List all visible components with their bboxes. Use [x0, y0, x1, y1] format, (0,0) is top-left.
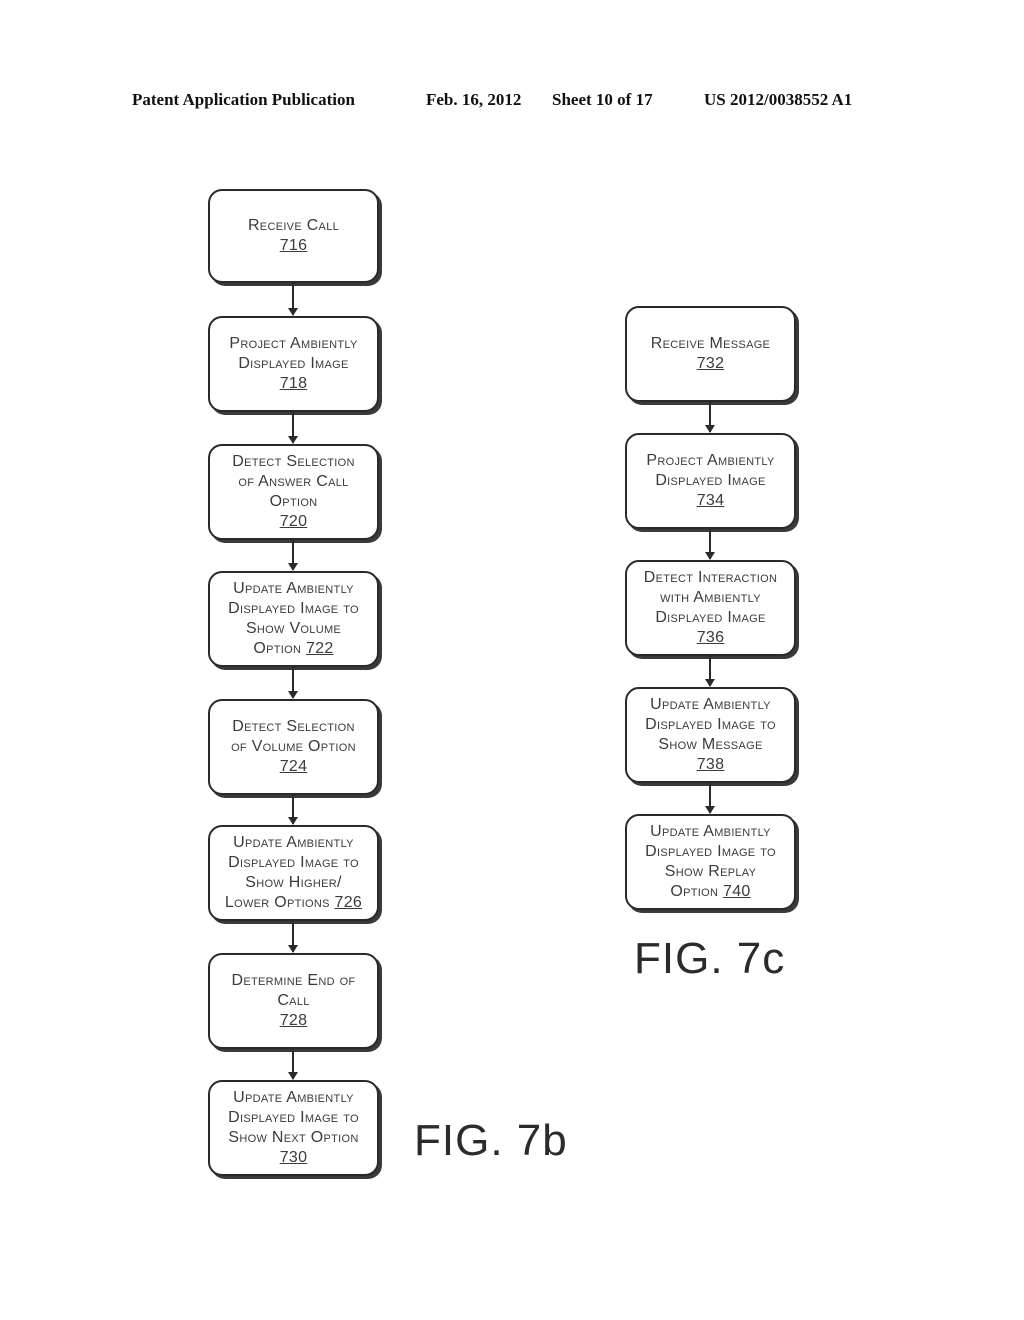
- publication-date: Feb. 16, 2012: [426, 90, 522, 109]
- step-text-line: of Answer Call: [238, 473, 349, 490]
- process-step-734: Project Ambiently Displayed Image 734: [625, 433, 796, 529]
- step-text-line: Displayed Image to: [228, 854, 359, 871]
- flow-arrow: [705, 783, 715, 814]
- step-ref-line: 716: [280, 236, 308, 256]
- step-ref-line: 736: [697, 628, 725, 648]
- step-text-line: Update Ambiently: [650, 696, 771, 713]
- flow-arrow: [705, 402, 715, 433]
- step-text-line: Displayed Image: [655, 609, 766, 626]
- flow-arrow: [705, 656, 715, 687]
- step-text-line: Displayed Image: [655, 472, 766, 489]
- step-text-line: Update Ambiently: [233, 580, 354, 597]
- step-text-prefix: Lower Options: [224, 894, 330, 911]
- step-text-line: Update Ambiently: [233, 1089, 354, 1106]
- process-step-720: Detect Selection of Answer Call Option 720: [208, 444, 379, 540]
- step-text-prefix: Option: [253, 640, 302, 657]
- step-text-line: Call: [277, 992, 310, 1009]
- step-ref-line: 738: [697, 755, 725, 775]
- flow-arrow: [288, 667, 298, 699]
- process-step-726: Update Ambiently Displayed Image to Show H…: [208, 825, 379, 921]
- patent-number: US 2012/0038552 A1: [704, 90, 853, 109]
- step-text-line: Receive Call: [247, 217, 340, 234]
- step-text-line: Show Message: [658, 736, 763, 753]
- step-text-line: Determine End of: [231, 972, 356, 989]
- step-reference-number: 720: [279, 513, 308, 530]
- flow-arrow: [288, 1049, 298, 1080]
- step-text-prefix: Option: [670, 883, 719, 900]
- step-text-line: Detect Selection: [232, 718, 355, 735]
- step-reference-number: 716: [279, 237, 308, 254]
- step-text-line: of Volume Option: [231, 738, 356, 755]
- step-reference-number: 728: [279, 1012, 308, 1029]
- step-reference-number: 732: [696, 355, 725, 372]
- step-ref-line: 724: [280, 757, 308, 777]
- flow-arrow: [288, 795, 298, 825]
- step-reference-number: 736: [696, 629, 725, 646]
- step-reference-number: 738: [696, 756, 725, 773]
- step-text-line: Option 722: [253, 639, 333, 659]
- process-step-740: Update Ambiently Displayed Image to Show R…: [625, 814, 796, 910]
- step-ref-line: 718: [280, 374, 308, 394]
- step-reference-number: 724: [279, 758, 308, 775]
- step-text-line: with Ambiently: [660, 589, 761, 606]
- step-reference-number: 740: [723, 883, 751, 900]
- step-text-line: Project Ambiently: [646, 452, 775, 469]
- step-ref-line: 732: [697, 354, 725, 374]
- process-step-738: Update Ambiently Displayed Image to Show M…: [625, 687, 796, 783]
- publication-label: Patent Application Publication: [132, 90, 355, 109]
- process-step-736: Detect Interaction with Ambiently Displaye…: [625, 560, 796, 656]
- step-text-line: Show Higher/: [245, 874, 342, 891]
- flow-arrow: [288, 412, 298, 444]
- process-step-732: Receive Message 732: [625, 306, 796, 402]
- step-text-line: Displayed Image to: [228, 600, 359, 617]
- step-reference-number: 722: [306, 640, 334, 657]
- step-text-line: Detect Interaction: [643, 569, 778, 586]
- step-text-line: Option: [269, 493, 318, 510]
- sheet-number: Sheet 10 of 17: [552, 90, 653, 109]
- step-text-line: Displayed Image to: [228, 1109, 359, 1126]
- step-text-line: Update Ambiently: [233, 834, 354, 851]
- step-text-line: Show Replay: [664, 863, 757, 880]
- flow-arrow: [288, 921, 298, 953]
- step-text-line: Option 740: [670, 882, 750, 902]
- step-ref-line: 734: [697, 491, 725, 511]
- figure-label-7c: FIG. 7c: [634, 934, 786, 983]
- flow-arrow: [705, 529, 715, 560]
- step-reference-number: 734: [696, 492, 725, 509]
- step-text-line: Project Ambiently: [229, 335, 358, 352]
- step-reference-number: 726: [334, 894, 363, 911]
- step-text-line: Displayed Image to: [645, 843, 776, 860]
- process-step-730: Update Ambiently Displayed Image to Show N…: [208, 1080, 379, 1176]
- process-step-728: Determine End of Call 728: [208, 953, 379, 1049]
- flow-arrow: [288, 540, 298, 571]
- step-text-line: Show Volume: [245, 620, 342, 637]
- step-text-line: Detect Selection: [232, 453, 355, 470]
- step-reference-number: 730: [279, 1149, 308, 1166]
- step-ref-line: 720: [280, 512, 308, 532]
- process-step-718: Project Ambiently Displayed Image 718: [208, 316, 379, 412]
- step-ref-line: 728: [280, 1011, 308, 1031]
- page-header: Patent Application Publication Feb. 16, …: [0, 90, 1024, 114]
- process-step-722: Update Ambiently Displayed Image to Show V…: [208, 571, 379, 667]
- step-text-line: Receive Message: [650, 335, 771, 352]
- process-step-716: Receive Call 716: [208, 189, 379, 283]
- step-text-line: Update Ambiently: [650, 823, 771, 840]
- flow-arrow: [288, 283, 298, 316]
- step-reference-number: 718: [279, 375, 308, 392]
- step-ref-line: 730: [280, 1148, 308, 1168]
- figure-label-7b: FIG. 7b: [414, 1116, 568, 1165]
- step-text-line: Show Next Option: [228, 1129, 359, 1146]
- step-text-line: Displayed Image: [238, 355, 349, 372]
- process-step-724: Detect Selection of Volume Option 724: [208, 699, 379, 795]
- step-text-line: Lower Options 726: [225, 893, 362, 913]
- step-text-line: Displayed Image to: [645, 716, 776, 733]
